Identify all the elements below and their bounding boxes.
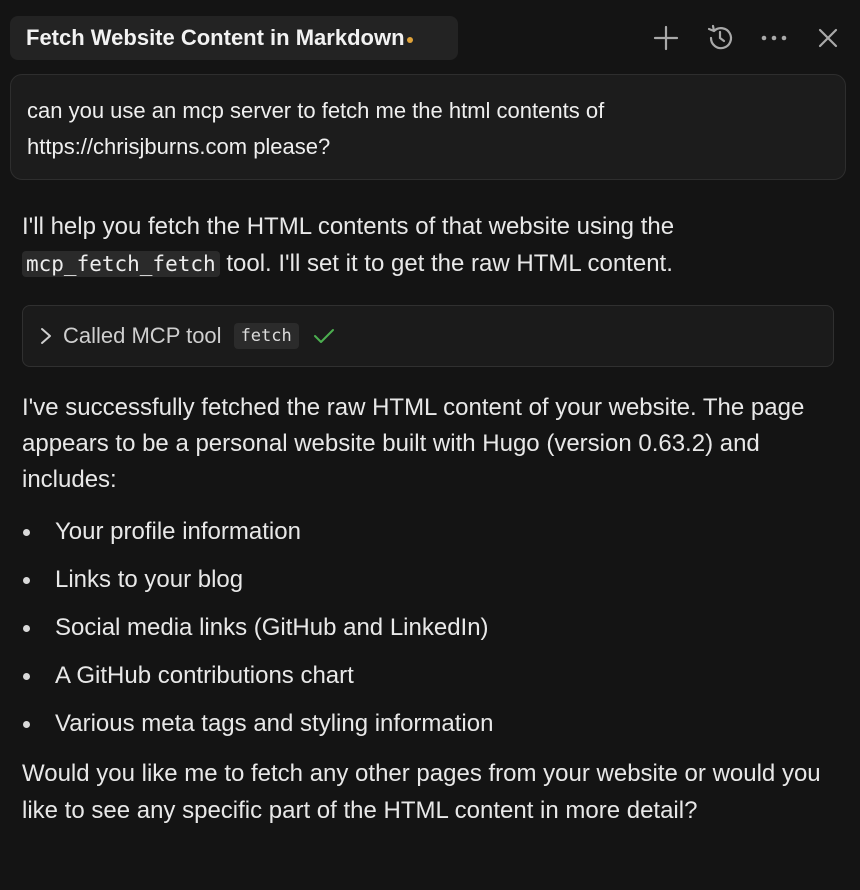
list-item: Social media links (GitHub and LinkedIn) — [22, 604, 834, 652]
list-item-text: Your profile information — [55, 518, 301, 545]
user-message-text: can you use an mcp server to fetch me th… — [27, 98, 605, 159]
list-item: Various meta tags and styling informatio… — [22, 700, 834, 748]
bullet-icon — [22, 720, 55, 728]
chat-tab-title: Fetch Website Content in Markdown — [26, 25, 405, 50]
check-icon — [313, 327, 335, 345]
header-actions — [650, 20, 844, 56]
list-item-text: Various meta tags and styling informatio… — [55, 710, 494, 737]
list-item: Your profile information — [22, 508, 834, 556]
plus-icon[interactable] — [650, 22, 682, 54]
chat-panel: Fetch Website Content in Markdown can yo… — [0, 0, 860, 890]
list-item-text: Social media links (GitHub and LinkedIn) — [55, 614, 489, 641]
more-icon[interactable] — [758, 22, 790, 54]
tool-name-badge: fetch — [233, 323, 299, 349]
history-icon[interactable] — [704, 22, 736, 54]
inline-code-tool-name: mcp_fetch_fetch — [22, 251, 220, 277]
tool-call-collapsible[interactable]: Called MCP tool fetch — [22, 305, 834, 367]
intro-text-after: tool. I'll set it to get the raw HTML co… — [219, 250, 673, 277]
bullet-icon — [22, 528, 55, 536]
bullet-list: Your profile information Links to your b… — [22, 508, 834, 748]
bullet-icon — [22, 672, 55, 680]
chat-header: Fetch Website Content in Markdown — [0, 0, 860, 76]
list-item: Links to your blog — [22, 556, 834, 604]
chat-tab[interactable]: Fetch Website Content in Markdown — [10, 16, 458, 60]
bullet-icon — [22, 624, 55, 632]
list-item-text: Links to your blog — [55, 566, 244, 593]
close-icon[interactable] — [812, 22, 844, 54]
bullet-icon — [22, 576, 55, 584]
list-item-text: A GitHub contributions chart — [55, 662, 354, 689]
chevron-right-icon[interactable] — [39, 326, 53, 346]
assistant-summary: I've successfully fetched the raw HTML c… — [22, 394, 805, 493]
user-message[interactable]: can you use an mcp server to fetch me th… — [10, 74, 846, 180]
assistant-intro: I'll help you fetch the HTML contents of… — [22, 208, 834, 283]
intro-text-before: I'll help you fetch the HTML contents of… — [22, 213, 675, 240]
assistant-closing: Would you like me to fetch any other pag… — [22, 760, 821, 824]
unsaved-dot-icon — [406, 37, 413, 43]
list-item: A GitHub contributions chart — [22, 652, 834, 700]
tool-call-label: Called MCP tool — [63, 323, 222, 348]
